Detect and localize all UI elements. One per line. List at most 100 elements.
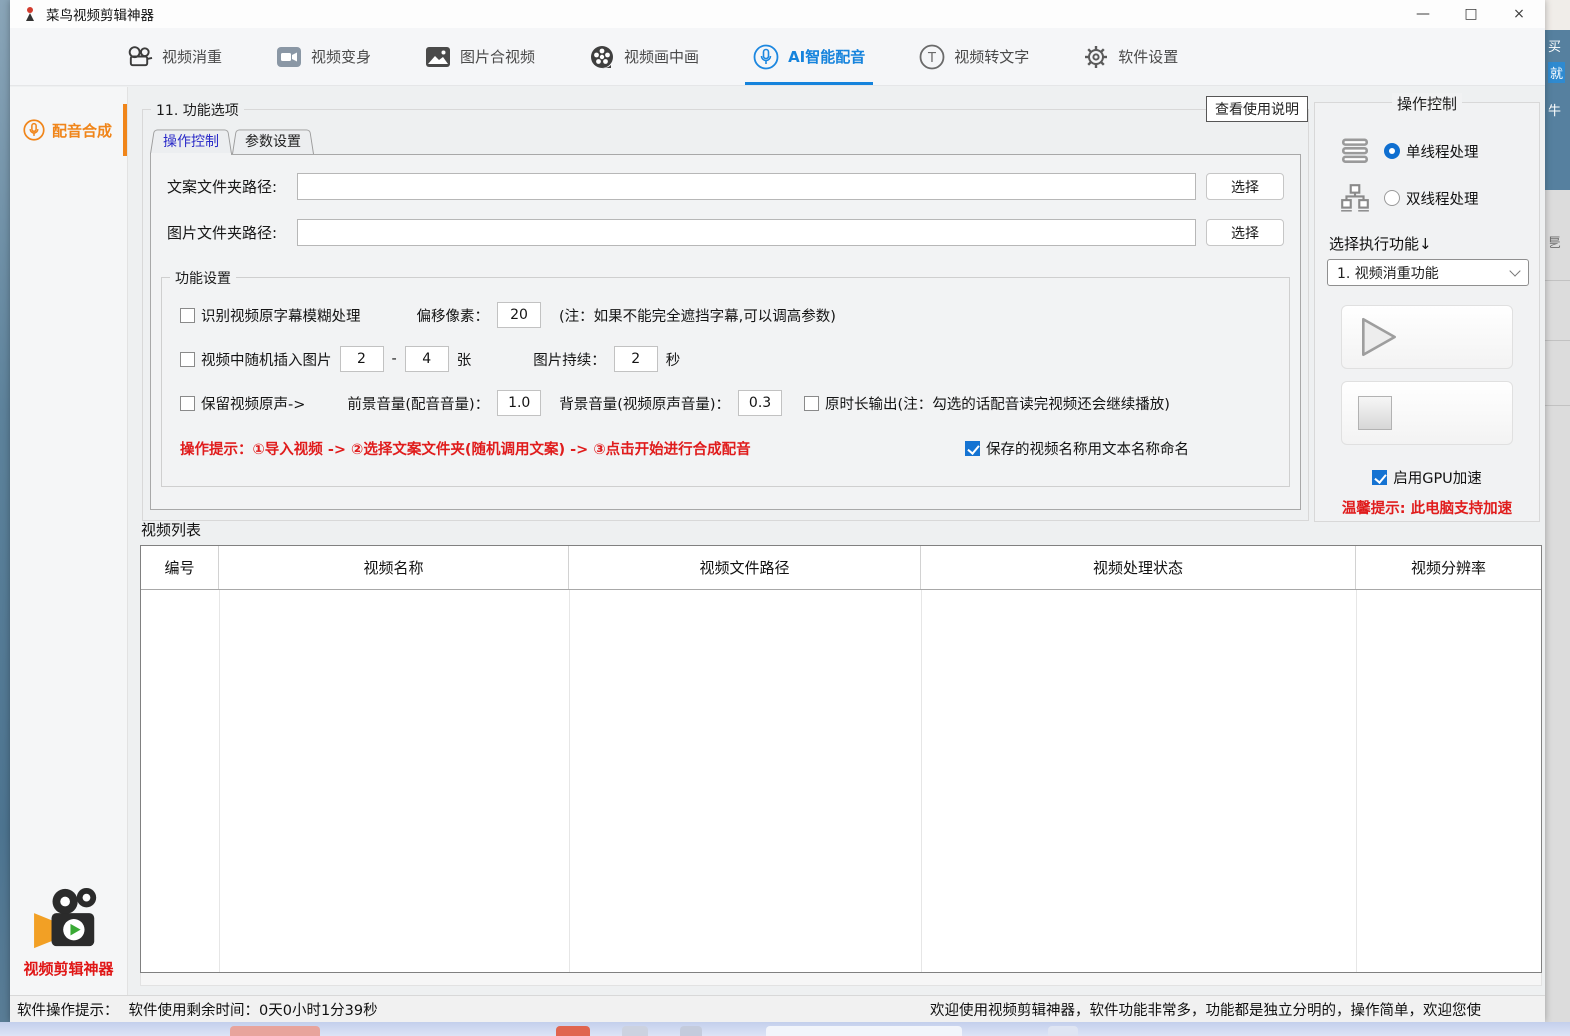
gpu-hint: 温馨提示: 此电脑支持加速 [1315, 497, 1539, 518]
foreground-volume-label: 前景音量(配音音量)： [347, 393, 489, 414]
gpu-row: 启用GPU加速 [1315, 467, 1539, 488]
desktop-edge-left [0, 0, 10, 1036]
settings-group-title: 功能设置 [170, 268, 236, 288]
function-select[interactable]: 1. 视频消重功能 [1327, 259, 1529, 286]
keep-audio-row: 保留视频原声-> 前景音量(配音音量)： 1.0 背景音量(视频原声音量)： 0… [180, 390, 1277, 416]
horizontal-scrollbar[interactable] [140, 973, 1542, 986]
panel-title: 操作控制 [1392, 93, 1462, 114]
tab-video-to-text[interactable]: T 视频转文字 [915, 28, 1033, 85]
tab-video-pip[interactable]: 视频画中画 [585, 28, 703, 85]
tab-image-to-video[interactable]: 图片合视频 [421, 28, 539, 85]
offset-pixels-label: 偏移像素： [417, 305, 490, 326]
tab-label: 视频变身 [311, 46, 371, 67]
image-folder-label: 图片文件夹路径: [167, 222, 297, 243]
edge-glyph: 乬 [1548, 232, 1561, 251]
save-name-label: 保存的视频名称用文本名称命名 [986, 438, 1189, 459]
single-thread-label: 单线程处理 [1406, 141, 1479, 162]
column-header-index[interactable]: 编号 [141, 546, 219, 589]
tab-label: 软件设置 [1118, 46, 1178, 67]
operation-control-tab-content: 文案文件夹路径: 选择 图片文件夹路径: 选择 功能设置 [150, 154, 1301, 510]
column-header-resolution[interactable]: 视频分辨率 [1356, 546, 1541, 589]
start-button[interactable] [1341, 305, 1513, 369]
column-header-path[interactable]: 视频文件路径 [569, 546, 921, 589]
dual-thread-radio[interactable]: 双线程处理 [1384, 188, 1479, 209]
column-divider [1356, 590, 1357, 972]
gear-icon [1083, 44, 1109, 70]
column-header-status[interactable]: 视频处理状态 [921, 546, 1356, 589]
video-list-table[interactable]: 编号 视频名称 视频文件路径 视频处理状态 视频分辨率 [140, 545, 1542, 973]
app-logo-icon [22, 6, 38, 22]
insert-unit: 张 [457, 349, 472, 370]
radio-off-icon [1384, 190, 1400, 206]
offset-pixels-input[interactable]: 20 [497, 302, 541, 328]
taskbar-item[interactable] [622, 1026, 648, 1036]
chevron-down-icon [1509, 265, 1520, 276]
sidebar-item-label: 配音合成 [52, 120, 112, 141]
tab-ai-dubbing[interactable]: AI智能配音 [749, 28, 869, 85]
keep-original-audio-checkbox[interactable] [180, 396, 195, 411]
background-window-gray-block [1545, 190, 1570, 1036]
main-panel: 11. 功能选项 查看使用说明 操作控制 参数设置 文案文件夹路径: 选择 图片… [128, 87, 1545, 995]
movie-camera-logo-icon [30, 886, 108, 952]
taskbar-item[interactable] [766, 1026, 962, 1036]
hint-row: 操作提示：①导入视频 -> ②选择文案文件夹(随机调用文案) -> ③点击开始进… [180, 438, 1277, 459]
background-volume-label: 背景音量(视频原声音量)： [559, 393, 730, 414]
taskbar-item[interactable] [1048, 1026, 1078, 1036]
status-bar: 软件操作提示： 软件使用剩余时间：0天0小时1分39秒 欢迎使用视频剪辑神器，软… [10, 995, 1545, 1022]
content-area: 配音合成 视频剪辑神器 11. 功能选项 查看使用说明 [10, 87, 1545, 995]
offset-note: (注：如果不能完全遮挡字幕,可以调高参数) [559, 305, 836, 326]
insert-min-input[interactable]: 2 [340, 346, 384, 372]
tab-video-transform[interactable]: 视频变身 [272, 28, 375, 85]
image-duration-unit: 秒 [666, 349, 681, 370]
column-divider [921, 590, 922, 972]
group-title: 11. 功能选项 [151, 100, 244, 120]
desktop-edge-right: 买 就 牛 乬 [1545, 0, 1570, 1036]
tab-settings[interactable]: 软件设置 [1079, 28, 1182, 85]
text-folder-input[interactable] [297, 173, 1196, 200]
image-duration-input[interactable]: 2 [614, 346, 658, 372]
single-thread-radio[interactable]: 单线程处理 [1384, 141, 1479, 162]
insert-max-input[interactable]: 4 [405, 346, 449, 372]
insert-images-checkbox[interactable] [180, 352, 195, 367]
divider [1545, 280, 1570, 281]
subtitle-blur-label: 识别视频原字幕模糊处理 [201, 305, 361, 326]
operation-control-panel: 操作控制 单线程处理 [1314, 102, 1540, 522]
sidebar: 配音合成 视频剪辑神器 [10, 87, 128, 995]
column-divider [569, 590, 570, 972]
column-header-name[interactable]: 视频名称 [219, 546, 569, 589]
window-title: 菜鸟视频剪辑神器 [46, 4, 154, 24]
gpu-checkbox[interactable] [1372, 470, 1387, 485]
taskbar-item[interactable] [230, 1026, 320, 1036]
original-duration-label: 原时长输出(注：勾选的话配音读完视频还会继续播放) [825, 393, 1170, 414]
subtitle-blur-checkbox[interactable] [180, 308, 195, 323]
maximize-button[interactable]: □ [1447, 0, 1495, 28]
picture-icon [425, 44, 451, 70]
stop-button[interactable] [1341, 381, 1513, 445]
tab-label: 图片合视频 [460, 46, 535, 67]
background-volume-input[interactable]: 0.3 [738, 390, 782, 416]
tab-label: 视频画中画 [624, 46, 699, 67]
tab-video-dedup[interactable]: 视频消重 [122, 28, 226, 85]
image-folder-input[interactable] [297, 219, 1196, 246]
remaining-time: 软件使用剩余时间：0天0小时1分39秒 [129, 999, 378, 1020]
tab-operation-control[interactable]: 操作控制 [150, 127, 232, 154]
choose-image-folder-button[interactable]: 选择 [1206, 219, 1284, 246]
insert-images-label: 视频中随机插入图片 [201, 349, 332, 370]
select-function-label: 选择执行功能↓ [1329, 233, 1432, 254]
tab-parameter-settings[interactable]: 参数设置 [232, 127, 314, 154]
close-button[interactable]: × [1495, 0, 1543, 28]
sidebar-item-dubbing[interactable]: 配音合成 [10, 107, 127, 153]
function-select-value: 1. 视频消重功能 [1337, 263, 1439, 283]
minimize-button[interactable]: — [1399, 0, 1447, 28]
movie-camera-icon [126, 45, 153, 69]
taskbar-item[interactable] [680, 1026, 702, 1036]
taskbar-item[interactable] [556, 1026, 590, 1036]
original-duration-checkbox[interactable] [804, 396, 819, 411]
choose-text-folder-button[interactable]: 选择 [1206, 173, 1284, 200]
view-instructions-button[interactable]: 查看使用说明 [1206, 96, 1308, 122]
radio-on-icon [1384, 143, 1400, 159]
gpu-label: 启用GPU加速 [1393, 467, 1482, 488]
save-name-checkbox[interactable] [965, 441, 980, 456]
status-left: 软件操作提示： 软件使用剩余时间：0天0小时1分39秒 [10, 999, 378, 1020]
foreground-volume-input[interactable]: 1.0 [497, 390, 541, 416]
